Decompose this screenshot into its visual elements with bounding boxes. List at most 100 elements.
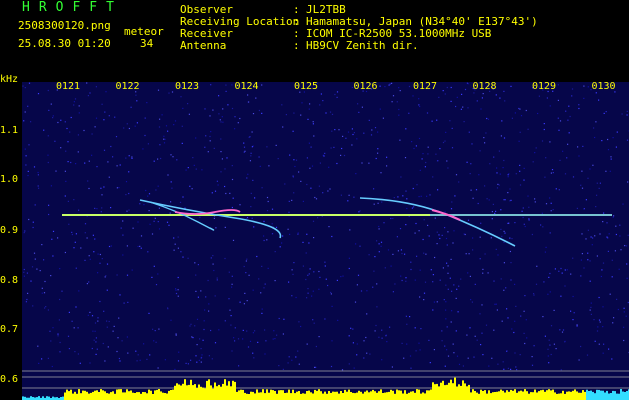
noise-speck	[221, 158, 223, 160]
noise-speck	[377, 148, 379, 150]
noise-speck	[197, 264, 199, 266]
noise-speck	[451, 127, 453, 129]
noise-speck	[88, 255, 90, 257]
noise-speck	[287, 228, 289, 230]
noise-speck	[453, 284, 455, 286]
level-bar	[312, 393, 314, 400]
noise-speck	[44, 307, 46, 309]
noise-speck	[501, 120, 503, 122]
noise-speck	[167, 130, 169, 132]
noise-speck	[231, 178, 234, 181]
level-bar	[436, 383, 438, 400]
datetime: 25.08.30 01:20	[18, 37, 111, 50]
level-bar	[66, 389, 68, 400]
level-bar	[458, 384, 460, 400]
noise-speck	[77, 151, 79, 153]
noise-speck	[107, 346, 109, 348]
noise-speck	[360, 290, 363, 292]
noise-speck	[151, 276, 153, 278]
noise-speck	[384, 86, 386, 88]
noise-speck	[57, 333, 59, 335]
noise-speck	[585, 199, 587, 201]
noise-speck	[83, 129, 85, 132]
noise-speck	[597, 326, 599, 328]
noise-speck	[59, 298, 61, 301]
noise-speck	[149, 223, 151, 225]
noise-speck	[583, 267, 585, 269]
noise-speck	[410, 261, 412, 263]
noise-speck	[144, 134, 146, 137]
noise-speck	[587, 252, 589, 254]
level-bar	[288, 389, 290, 400]
noise-speck	[412, 95, 414, 97]
noise-speck	[341, 147, 343, 150]
noise-speck	[73, 101, 75, 103]
noise-speck	[445, 301, 447, 303]
noise-speck	[557, 117, 559, 119]
noise-speck	[34, 204, 36, 206]
freq-tick-0-7: 0.7	[0, 324, 19, 335]
noise-speck	[397, 250, 399, 252]
noise-speck	[533, 345, 535, 347]
noise-speck	[508, 173, 510, 175]
noise-speck	[418, 98, 420, 100]
noise-speck	[234, 340, 236, 342]
noise-speck	[608, 348, 610, 350]
noise-speck	[84, 259, 86, 261]
noise-speck	[48, 213, 50, 216]
noise-speck	[358, 211, 360, 213]
noise-speck	[415, 350, 417, 352]
noise-speck	[231, 275, 233, 277]
level-bar	[98, 392, 100, 400]
noise-speck	[602, 306, 604, 308]
noise-speck	[301, 102, 303, 104]
noise-speck	[501, 320, 503, 322]
noise-speck	[414, 232, 416, 234]
level-bar	[190, 379, 192, 400]
noise-speck	[589, 260, 591, 262]
level-bar	[612, 390, 614, 400]
noise-speck	[548, 362, 550, 364]
noise-speck	[292, 130, 294, 132]
noise-speck	[572, 257, 574, 259]
noise-speck	[507, 367, 509, 369]
noise-speck	[213, 269, 215, 272]
noise-speck	[451, 290, 453, 292]
level-bar	[134, 393, 136, 400]
noise-speck	[282, 126, 284, 128]
level-bar	[406, 393, 408, 400]
noise-speck	[306, 297, 308, 299]
noise-speck	[55, 170, 57, 172]
noise-speck	[177, 276, 179, 279]
noise-speck	[24, 87, 26, 89]
noise-speck	[65, 150, 67, 152]
noise-speck	[389, 83, 391, 85]
noise-speck	[374, 127, 377, 129]
noise-speck	[341, 369, 344, 371]
noise-speck	[572, 319, 574, 321]
noise-speck	[153, 265, 155, 267]
noise-speck	[123, 302, 125, 304]
noise-speck	[595, 92, 597, 94]
noise-speck	[450, 258, 452, 260]
level-bar	[294, 393, 296, 400]
noise-speck	[400, 249, 402, 251]
noise-speck	[479, 150, 481, 152]
noise-speck	[413, 206, 415, 208]
noise-speck	[603, 343, 605, 345]
noise-speck	[615, 233, 617, 236]
noise-speck	[140, 235, 143, 237]
noise-speck	[626, 139, 629, 141]
noise-speck	[423, 292, 426, 294]
noise-speck	[479, 313, 481, 315]
noise-speck	[75, 163, 77, 165]
noise-speck	[271, 233, 274, 235]
level-bar	[488, 390, 490, 400]
noise-speck	[398, 114, 400, 116]
noise-speck	[309, 103, 311, 105]
noise-speck	[261, 84, 263, 86]
noise-speck	[432, 274, 434, 276]
noise-speck	[112, 330, 114, 332]
noise-speck	[159, 144, 161, 146]
noise-speck	[404, 157, 407, 159]
